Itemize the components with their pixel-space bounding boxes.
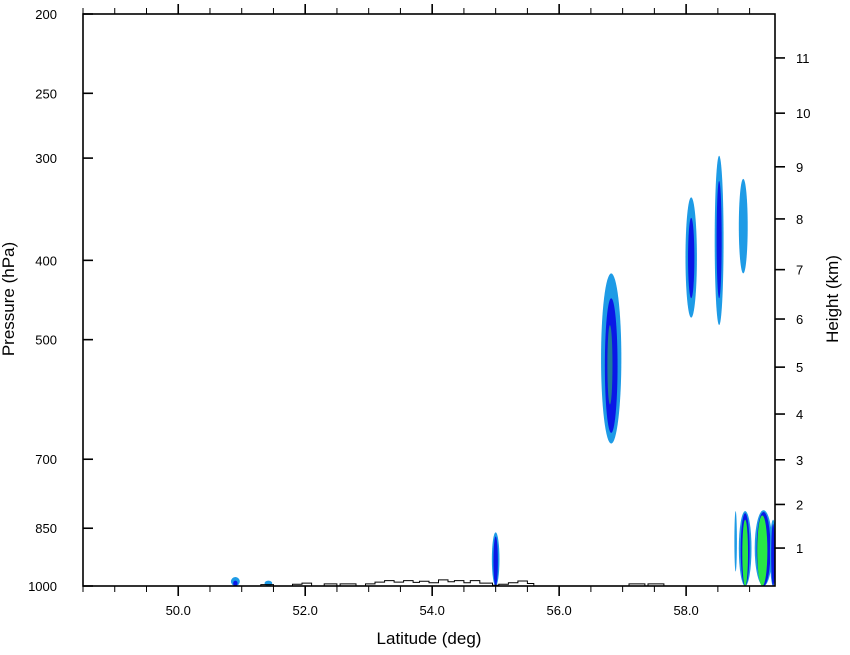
- y-right-tick-label: 10: [796, 106, 810, 121]
- x-axis-label: Latitude (deg): [377, 629, 482, 648]
- terrain-line: [83, 579, 775, 587]
- y-right-tick-label: 9: [796, 160, 803, 175]
- terrain-outline: [83, 579, 775, 587]
- y-left-tick-label: 1000: [28, 579, 57, 594]
- contour-blob-50.9-dark: [233, 580, 238, 586]
- x-tick-label: 56.0: [546, 603, 571, 618]
- y-right-tick-label: 1: [796, 541, 803, 556]
- y-right-tick-label: 11: [796, 51, 810, 66]
- contour-blob-59.2-low-green: [757, 515, 768, 586]
- contour-blob-58.9-low-green: [742, 519, 749, 586]
- y-right-tick-label: 2: [796, 497, 803, 512]
- contour-blob-58.1-dark: [688, 217, 695, 299]
- y-right-tick-label: 7: [796, 263, 803, 278]
- contour-blob-58.8-light: [734, 511, 737, 572]
- y-left-tick-label: 500: [35, 333, 57, 348]
- contour-blob-58.9-light: [738, 178, 748, 274]
- y-right-tick-label: 6: [796, 312, 803, 327]
- contour-chart: 50.0 52.0 54.0 56.0 58.0 200 250 300 400 500 700 8…: [0, 4, 842, 648]
- y-left-tick-label: 400: [35, 253, 57, 268]
- contour-blob-56.8-teal: [607, 325, 613, 405]
- x-tick-label: 52.0: [293, 603, 318, 618]
- y-right-axis-label: Height (km): [823, 255, 842, 343]
- y-right-tick-label: 4: [796, 407, 803, 422]
- y-left-tick-label: 250: [35, 86, 57, 101]
- contour-blob-58.5-dark: [716, 181, 722, 299]
- plot-frame: [82, 13, 776, 587]
- contour-blob-55.0-dark: [493, 536, 498, 586]
- y-left-tick-label: 700: [35, 452, 57, 467]
- y-left-axis-label: Pressure (hPa): [0, 242, 18, 356]
- y-right-tick-label: 8: [796, 212, 803, 227]
- x-axis-ticks: 50.0 52.0 54.0 56.0 58.0: [82, 4, 751, 618]
- x-tick-label: 58.0: [673, 603, 698, 618]
- contour-fills: [230, 155, 775, 586]
- y-right-axis-ticks: 1 2 3 4 5 6 7 8 9 10 11: [775, 51, 810, 556]
- x-tick-label: 50.0: [166, 603, 191, 618]
- y-left-tick-label: 200: [35, 7, 57, 22]
- y-right-tick-label: 5: [796, 360, 803, 375]
- contour-blob-51.4-light: [264, 580, 273, 586]
- y-left-tick-label: 300: [35, 151, 57, 166]
- y-right-tick-label: 3: [796, 453, 803, 468]
- x-tick-label: 54.0: [420, 603, 445, 618]
- y-left-tick-label: 850: [35, 521, 57, 536]
